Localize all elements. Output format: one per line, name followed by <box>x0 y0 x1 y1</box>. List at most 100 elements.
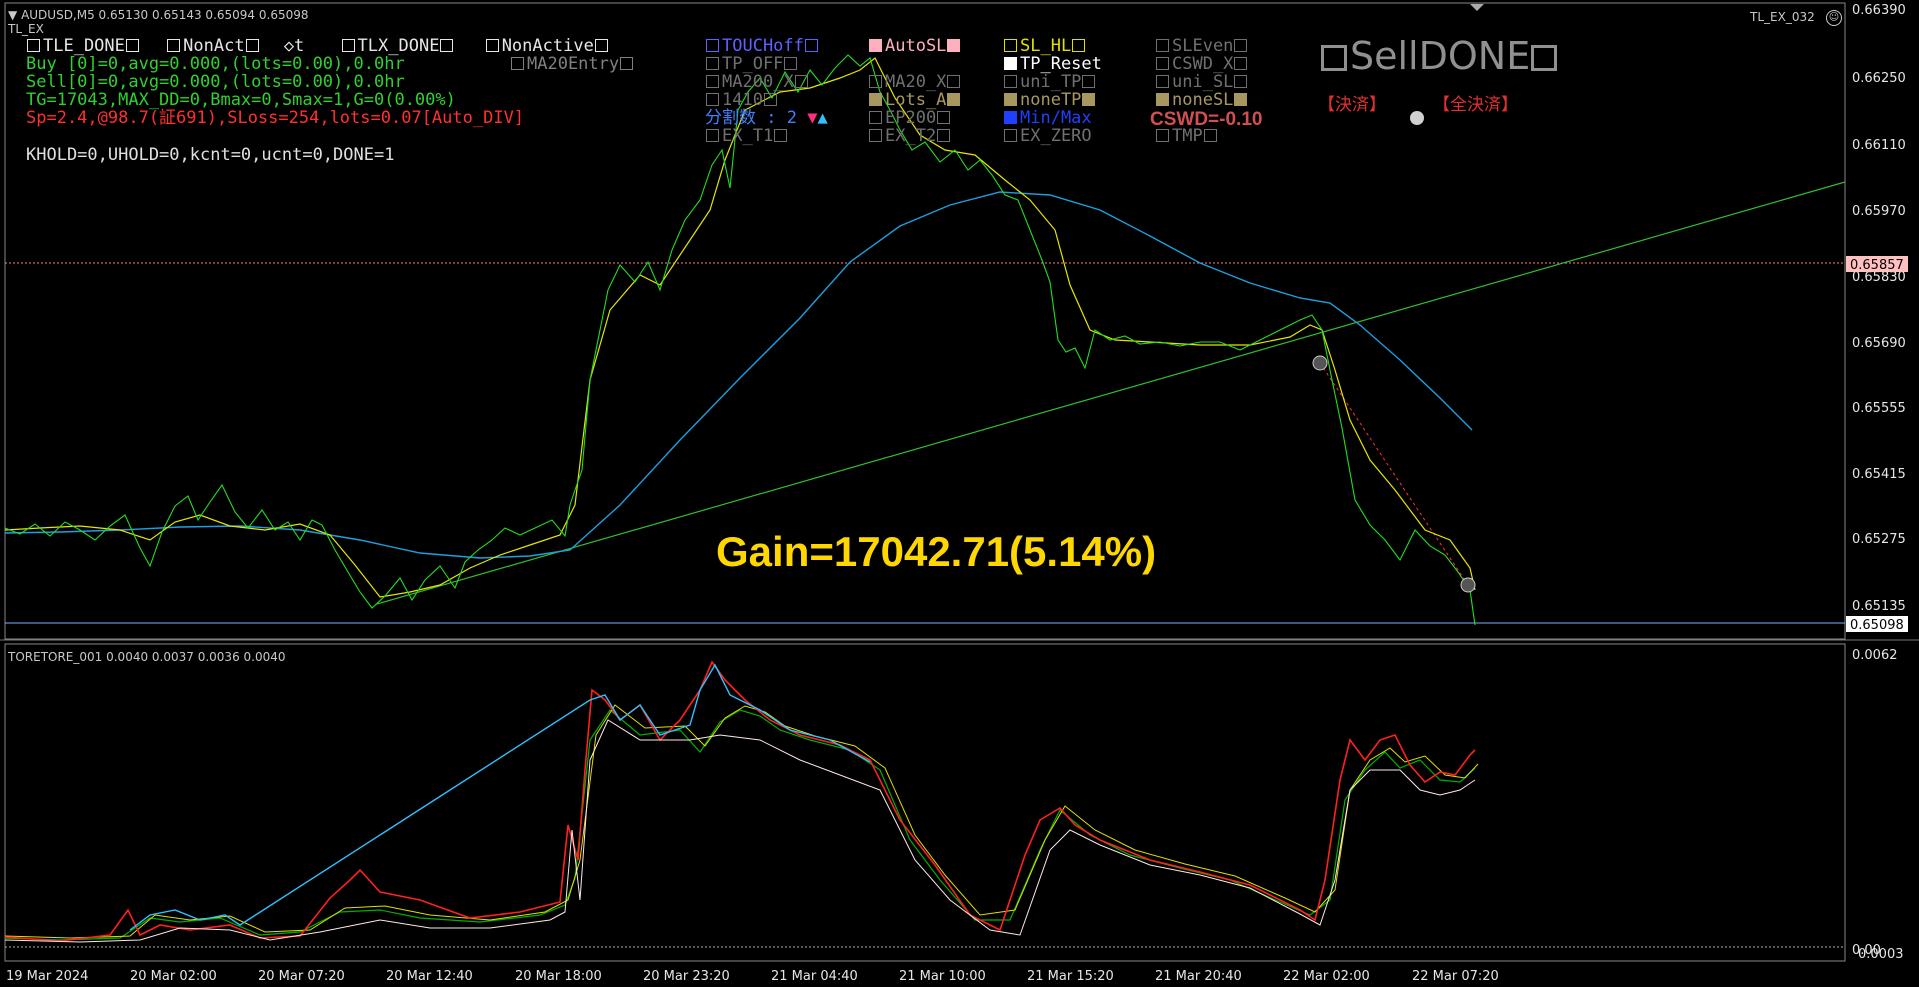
price-axis-label: 0.66390 <box>1852 3 1906 18</box>
sub-axis-top: 0.0062 <box>1852 648 1898 663</box>
time-axis-label: 22 Mar 07:20 <box>1412 969 1499 984</box>
tp-off-label: TP_OFF <box>722 54 784 74</box>
cswd-x-label: CSWD_X <box>1172 54 1234 74</box>
spread-status: Sp=2.4,@98.7(証691),SLoss=254,lots=0.07[A… <box>26 108 525 128</box>
checkbox-icon <box>706 129 719 142</box>
checkbox-icon <box>1004 93 1017 106</box>
time-axis-label: 20 Mar 07:20 <box>258 969 345 984</box>
nonetp-label: noneTP <box>1020 90 1082 110</box>
sleven-toggle[interactable]: SLEven <box>1155 37 1250 55</box>
checkbox-icon <box>594 39 608 52</box>
touchoff-toggle[interactable]: TOUCHoff <box>705 37 821 55</box>
price-axis-label: 0.65135 <box>1852 599 1906 614</box>
checkbox-icon <box>1082 75 1096 88</box>
price-axis-label: 0.65275 <box>1852 532 1906 547</box>
sub-chart-frame <box>4 643 1846 962</box>
status-row1: TLE_DONE NonAct ◇t TLX_DONE NonActive <box>26 37 611 55</box>
cswd-x-toggle[interactable]: CSWD_X <box>1155 55 1250 73</box>
checkbox-icon <box>27 39 40 52</box>
sell-done-toggle[interactable]: SellDONE <box>1320 34 1560 78</box>
ex-zero-toggle[interactable]: EX_ZERO <box>1003 127 1092 145</box>
minmax-toggle[interactable]: Min/Max <box>1003 109 1092 127</box>
sl-hl-toggle[interactable]: SL_HL <box>1003 37 1088 55</box>
lots-a-toggle[interactable]: Lots_A <box>868 91 963 109</box>
sl-hl-label: SL_HL <box>1020 36 1072 56</box>
checkbox-icon <box>245 39 259 52</box>
time-axis-label: 21 Mar 15:20 <box>1027 969 1114 984</box>
ma20x-label: MA20_X <box>885 72 947 92</box>
autosl-toggle[interactable]: AutoSL <box>868 37 963 55</box>
checkbox-icon <box>804 39 818 52</box>
ma-slow-line <box>4 191 1473 559</box>
ex-t2-toggle[interactable]: EX_T2 <box>868 127 953 145</box>
time-axis-label: 21 Mar 10:00 <box>899 969 986 984</box>
checkbox-icon <box>869 93 882 106</box>
tp-reset-label: TP_Reset <box>1020 54 1102 74</box>
checkbox-icon <box>1234 93 1248 106</box>
nonetp-toggle[interactable]: noneTP <box>1003 91 1098 109</box>
price-tag-red: 0.65857 <box>1850 258 1904 273</box>
time-axis-label: 20 Mar 23:20 <box>643 969 730 984</box>
tlx-done-toggle[interactable]: TLX_DONE <box>341 36 457 56</box>
split-count: 分割数 : 2 ▼▲ <box>705 109 828 127</box>
t1410-toggle[interactable]: 1410 <box>705 91 780 109</box>
checkbox-icon <box>937 111 951 124</box>
up-arrow-icon[interactable]: ▲ <box>817 108 827 128</box>
price-axis-label: 0.66250 <box>1852 71 1906 86</box>
checkbox-icon <box>1156 75 1169 88</box>
nonact-toggle[interactable]: NonAct <box>166 36 261 56</box>
touchoff-label: TOUCHoff <box>722 36 804 56</box>
tp-reset-button[interactable]: TP_Reset <box>1003 55 1102 73</box>
tle-done-toggle[interactable]: TLE_DONE <box>26 36 142 56</box>
t-toggle[interactable]: ◇t <box>284 36 304 56</box>
tle-done-label: TLE_DONE <box>43 36 125 56</box>
sell-status: Sell[0]=0,avg=0.000,(lots=0.00),0.0hr <box>26 72 405 92</box>
ma20entry-label: MA20Entry <box>527 54 620 74</box>
checkbox-icon <box>706 75 719 88</box>
uni-tp-toggle[interactable]: uni_TP <box>1003 73 1098 91</box>
checkbox-icon <box>1004 39 1017 52</box>
ma20entry-toggle[interactable]: MA20Entry <box>510 55 636 73</box>
sub-yellow-line <box>4 704 1479 939</box>
ep200-label: EP200 <box>885 108 937 128</box>
sub-main-line <box>4 660 1476 942</box>
status-dot <box>1410 111 1424 125</box>
uni-tp-label: uni_TP <box>1020 72 1082 92</box>
price-axis-label: 0.65690 <box>1852 336 1906 351</box>
checkbox-icon <box>485 39 499 52</box>
sub-cyan-segment <box>129 663 871 931</box>
uni-sl-toggle[interactable]: uni_SL <box>1155 73 1250 91</box>
trade-marker-1 <box>1312 355 1328 371</box>
checkbox-icon <box>1156 93 1169 106</box>
ma200x-toggle[interactable]: MA200_X <box>705 73 811 91</box>
checkbox-icon <box>125 39 139 52</box>
checkbox-icon <box>1072 39 1086 52</box>
settle-all-button[interactable]: 【全決済】 <box>1433 90 1518 115</box>
ep200-toggle[interactable]: EP200 <box>868 109 953 127</box>
checkbox-icon <box>869 39 882 52</box>
time-axis-label: 20 Mar 12:40 <box>386 969 473 984</box>
nonesl-toggle[interactable]: noneSL <box>1155 91 1250 109</box>
ex-t1-label: EX_T1 <box>722 126 774 146</box>
trade-marker-2 <box>1460 577 1476 593</box>
checkbox-icon <box>794 75 808 88</box>
shift-marker-icon <box>1470 4 1484 11</box>
tp-off-toggle[interactable]: TP_OFF <box>705 55 800 73</box>
down-arrow-icon[interactable]: ▼ <box>807 108 817 128</box>
ex-t1-toggle[interactable]: EX_T1 <box>705 127 790 145</box>
nonactive-label: NonActive <box>501 36 594 56</box>
settle-button[interactable]: 【決済】 <box>1318 90 1386 115</box>
checkbox-icon <box>1203 129 1217 142</box>
tmp-toggle[interactable]: TMP <box>1155 127 1220 145</box>
checkbox-icon <box>937 129 951 142</box>
nonactive-toggle[interactable]: NonActive <box>485 36 611 56</box>
checkbox-icon <box>1321 45 1347 71</box>
buy-status: Buy [0]=0,avg=0.000,(lots=0.00),0.0hr <box>26 54 405 74</box>
checkbox-icon <box>1156 39 1169 52</box>
checkbox-icon <box>167 39 181 52</box>
checkbox-icon <box>1004 75 1017 88</box>
sub-header: TORETORE_001 0.0040 0.0037 0.0036 0.0040 <box>8 650 286 664</box>
tlx-done-label: TLX_DONE <box>357 36 440 56</box>
ma20x-toggle[interactable]: MA20_X <box>868 73 963 91</box>
checkbox-icon <box>1531 45 1558 71</box>
